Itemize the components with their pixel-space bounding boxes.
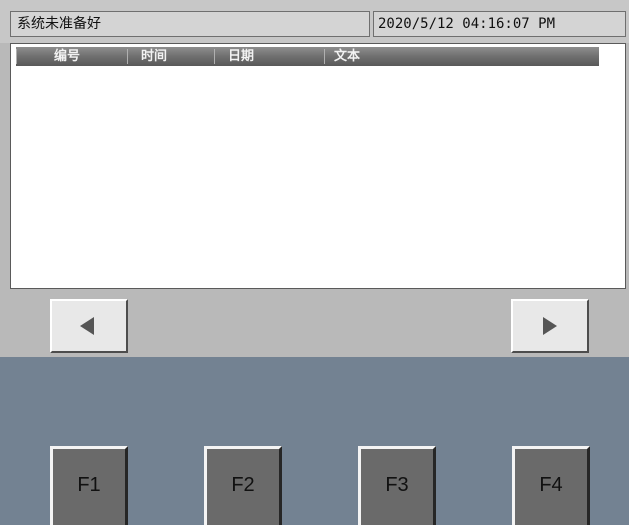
triangle-right-icon — [543, 317, 557, 335]
previous-button[interactable] — [50, 299, 128, 353]
table-header: 编号 时间 日期 文本 — [16, 47, 599, 66]
column-separator — [16, 49, 17, 64]
column-header-number[interactable]: 编号 — [54, 47, 80, 66]
next-button[interactable] — [511, 299, 589, 353]
column-header-text[interactable]: 文本 — [334, 47, 360, 66]
column-header-date[interactable]: 日期 — [228, 47, 254, 66]
column-separator — [127, 49, 128, 64]
f4-key[interactable]: F4 — [512, 446, 590, 525]
message-table[interactable]: 编号 时间 日期 文本 — [10, 43, 626, 289]
navigation-strip — [0, 289, 629, 357]
status-bar: 系统未准备好 2020/5/12 04:16:07 PM — [0, 0, 629, 43]
column-separator — [324, 49, 325, 64]
f1-key[interactable]: F1 — [50, 446, 128, 525]
column-header-time[interactable]: 时间 — [141, 47, 167, 66]
f3-key[interactable]: F3 — [358, 446, 436, 525]
system-status-field: 系统未准备好 — [10, 11, 370, 37]
column-separator — [214, 49, 215, 64]
f2-key[interactable]: F2 — [204, 446, 282, 525]
datetime-field: 2020/5/12 04:16:07 PM — [373, 11, 626, 37]
table-body[interactable] — [12, 67, 624, 287]
function-key-area: F1 F2 F3 F4 — [0, 357, 629, 525]
triangle-left-icon — [80, 317, 94, 335]
